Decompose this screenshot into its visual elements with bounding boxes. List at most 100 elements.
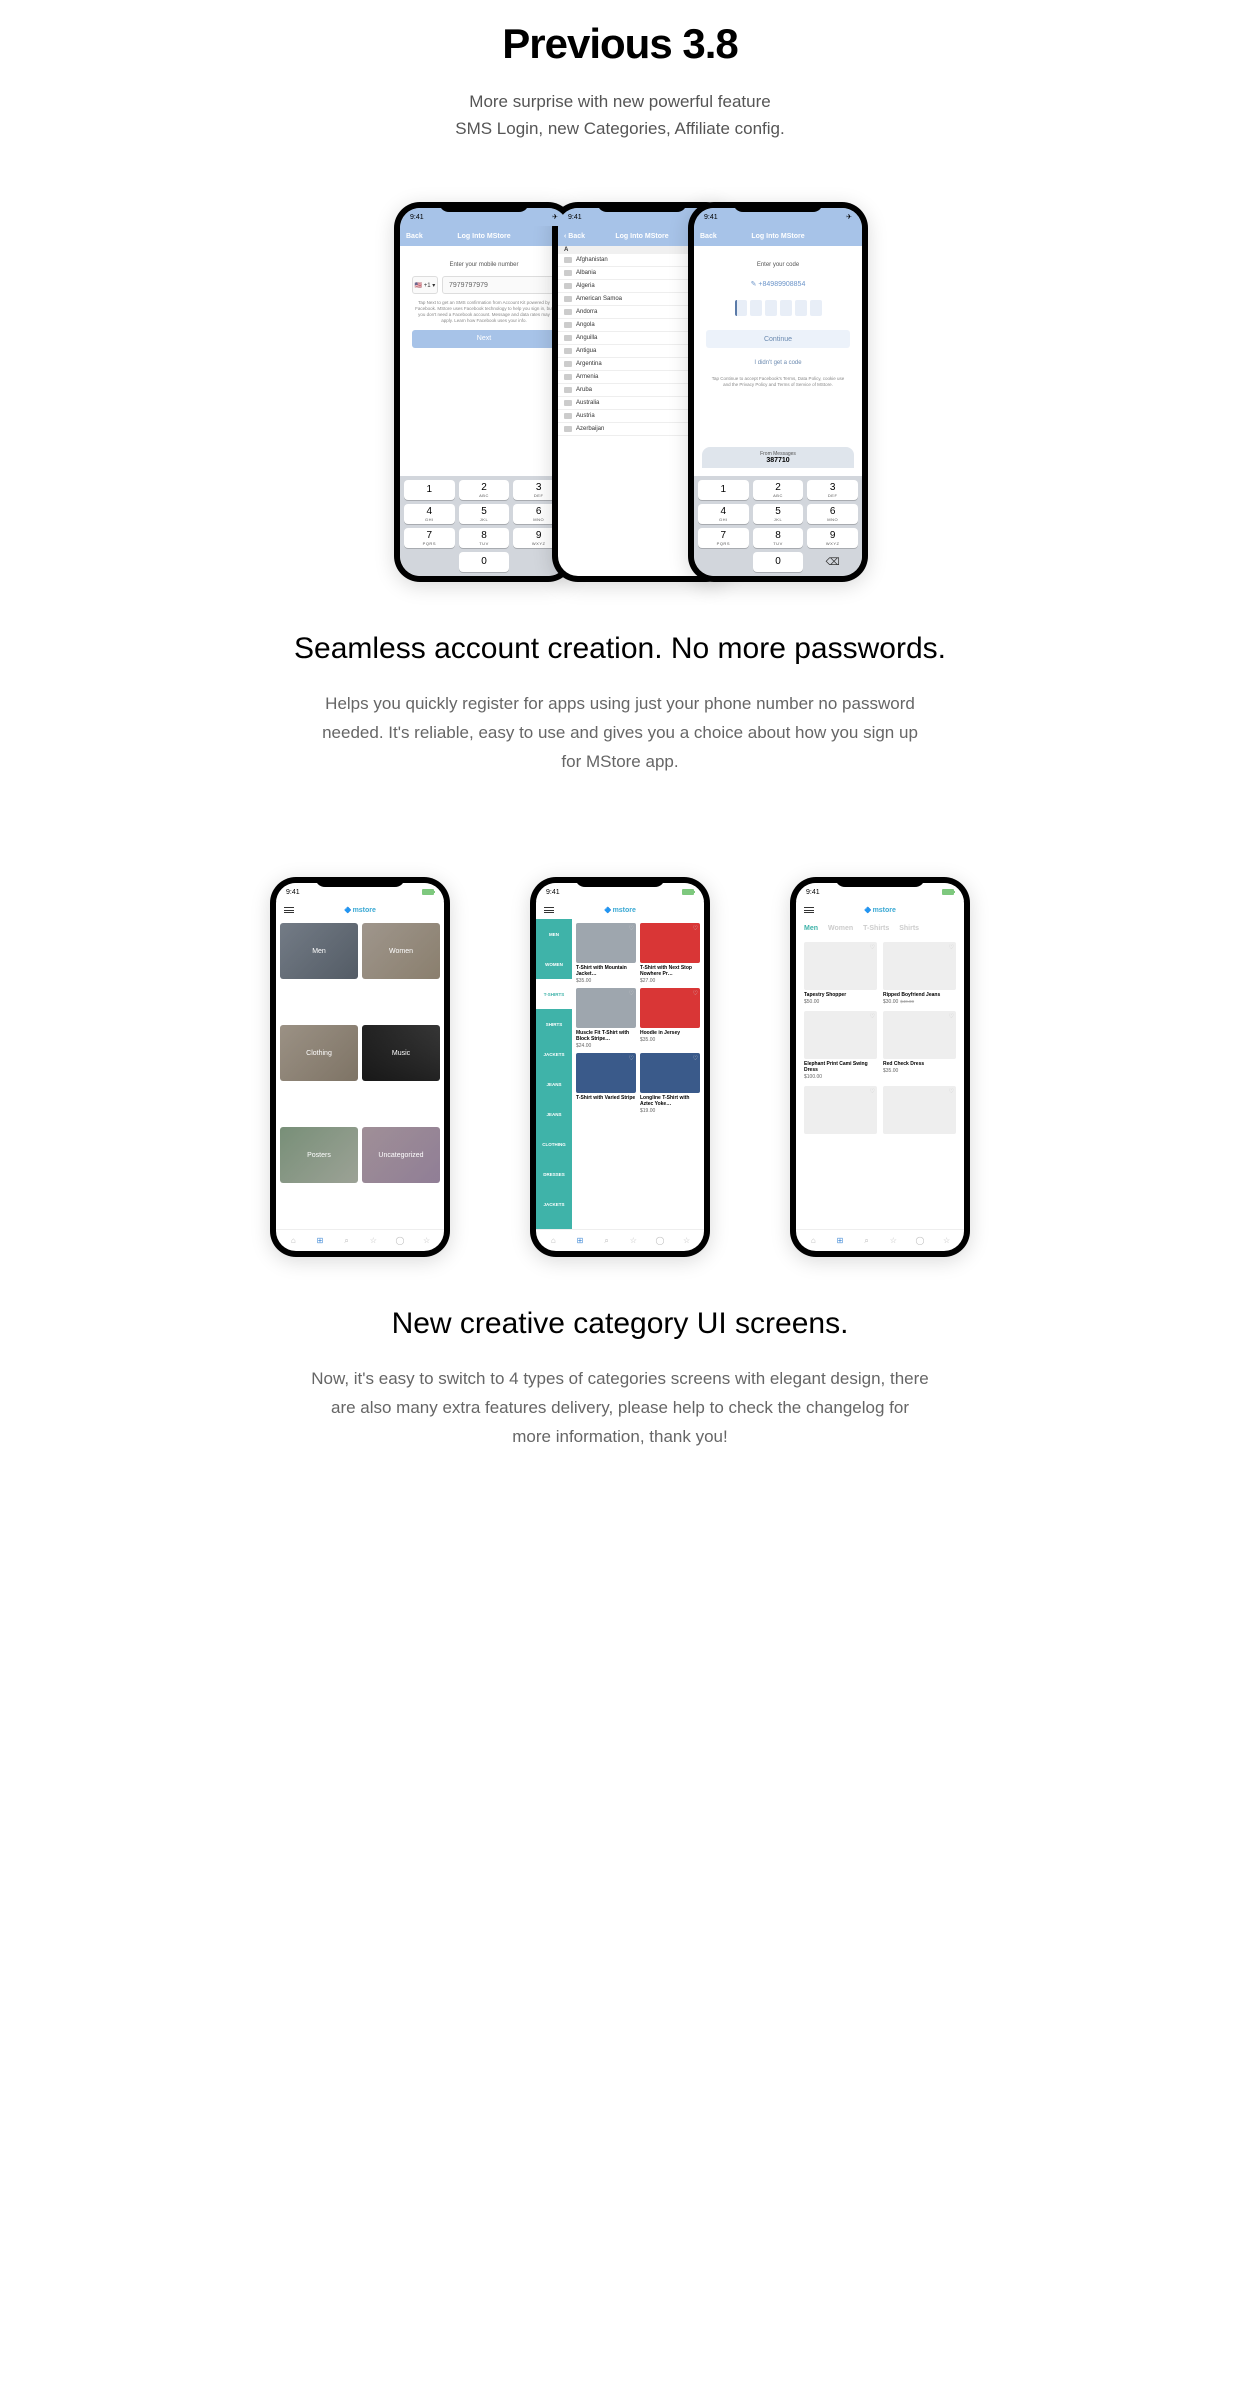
keypad-key-8[interactable]: 8TUV xyxy=(459,528,510,548)
keypad-key-9[interactable]: 9WXYZ xyxy=(807,528,858,548)
prompt-text: Enter your mobile number xyxy=(408,262,560,268)
next-button[interactable]: Next xyxy=(412,330,556,348)
product-grid: Tapestry Shopper$50.00Ripped Boyfriend J… xyxy=(796,938,964,1229)
product-card[interactable] xyxy=(883,1086,956,1137)
sidebar-tab[interactable]: WOMEN xyxy=(536,949,572,979)
tab-icon[interactable]: ◯ xyxy=(915,1236,925,1246)
product-card[interactable]: Muscle Fit T-Shirt with Block Stripe…$24… xyxy=(576,988,636,1049)
nav-title: Log Into MStore xyxy=(751,233,804,240)
product-card[interactable] xyxy=(804,1086,877,1137)
sidebar-tab[interactable]: DRESSES xyxy=(536,1159,572,1189)
product-card[interactable]: T-Shirt with Next Stop Nowhere Pr…$27.00 xyxy=(640,923,700,984)
tab-icon[interactable]: ⊞ xyxy=(315,1236,325,1246)
seamless-section: Seamless account creation. No more passw… xyxy=(0,632,1240,777)
category-tile[interactable]: Music xyxy=(362,1025,440,1081)
keypad-delete[interactable]: ⌫ xyxy=(807,552,858,572)
nav-bar: Back Log Into MStore xyxy=(694,226,862,246)
keypad-key-4[interactable]: 4GHI xyxy=(404,504,455,524)
logo: mstore xyxy=(344,907,376,914)
phone-input[interactable]: 7979797979 xyxy=(442,276,556,294)
sidebar-tab[interactable]: CLOTHING xyxy=(536,1129,572,1159)
back-button[interactable]: Back xyxy=(700,233,717,240)
keypad-key-7[interactable]: 7PQRS xyxy=(698,528,749,548)
category-tile[interactable]: Posters xyxy=(280,1127,358,1183)
keypad-key-6[interactable]: 6MNO xyxy=(807,504,858,524)
keypad-key-2[interactable]: 2ABC xyxy=(753,480,804,500)
tab-icon[interactable]: ⊞ xyxy=(575,1236,585,1246)
product-card[interactable]: Red Check Dress$35.00 xyxy=(883,1011,956,1080)
product-card[interactable]: Longline T-Shirt with Aztec Yoke…$19.00 xyxy=(640,1053,700,1114)
back-button[interactable]: Back xyxy=(406,233,423,240)
status-time: 9:41 xyxy=(410,214,424,221)
app-bar: mstore xyxy=(536,901,704,919)
pill-tab[interactable]: Shirts xyxy=(899,925,919,932)
tab-icon[interactable]: ⌕ xyxy=(342,1236,352,1246)
category-pill-tabs: Men Women T-Shirts Shirts xyxy=(796,919,964,938)
category-tile[interactable]: Men xyxy=(280,923,358,979)
tab-icon[interactable]: ☆ xyxy=(682,1236,692,1246)
menu-icon[interactable] xyxy=(804,907,814,913)
sidebar-tab[interactable]: JACKETS xyxy=(536,1189,572,1219)
app-bar: mstore xyxy=(796,901,964,919)
pill-tab[interactable]: T-Shirts xyxy=(863,925,889,932)
product-card[interactable]: Hoodie in Jersey$35.00 xyxy=(640,988,700,1049)
tab-bar: ⌂ ⊞ ⌕ ☆ ◯ ☆ xyxy=(276,1229,444,1251)
sidebar-tab[interactable]: JEANS xyxy=(536,1099,572,1129)
section-body: Helps you quickly register for apps usin… xyxy=(310,690,930,777)
keypad-key-5[interactable]: 5JKL xyxy=(753,504,804,524)
product-card[interactable]: Ripped Boyfriend Jeans$30.00$40.00 xyxy=(883,942,956,1005)
tab-icon[interactable]: ⌂ xyxy=(808,1236,818,1246)
category-tile[interactable]: Uncategorized xyxy=(362,1127,440,1183)
continue-button[interactable]: Continue xyxy=(706,330,850,348)
product-grid: T-Shirt with Mountain Jacket…$35.00T-Shi… xyxy=(572,919,704,1229)
keypad-key-4[interactable]: 4GHI xyxy=(698,504,749,524)
no-code-link[interactable]: I didn't get a code xyxy=(702,360,854,366)
sidebar-tab[interactable]: JACKETS xyxy=(536,1039,572,1069)
tab-icon[interactable]: ☆ xyxy=(422,1236,432,1246)
menu-icon[interactable] xyxy=(284,907,294,913)
product-card[interactable]: Elephant Print Cami Swing Dress$100.00 xyxy=(804,1011,877,1080)
tab-icon[interactable]: ☆ xyxy=(942,1236,952,1246)
phone-display[interactable]: ✎ +84989908854 xyxy=(702,280,854,288)
keypad-key-0[interactable]: 0 xyxy=(753,552,804,572)
pill-tab[interactable]: Women xyxy=(828,925,853,932)
logo: mstore xyxy=(864,907,896,914)
tab-icon[interactable]: ◯ xyxy=(655,1236,665,1246)
keypad-key-2[interactable]: 2ABC xyxy=(459,480,510,500)
tab-icon[interactable]: ⌕ xyxy=(602,1236,612,1246)
product-card[interactable]: T-Shirt with Mountain Jacket…$35.00 xyxy=(576,923,636,984)
country-code-select[interactable]: 🇺🇸 +1 ▾ xyxy=(412,276,438,294)
tab-icon[interactable]: ◯ xyxy=(395,1236,405,1246)
keypad-key-7[interactable]: 7PQRS xyxy=(404,528,455,548)
sms-autofill-pill[interactable]: From Messages 387710 xyxy=(702,447,854,468)
keypad-key-1[interactable]: 1 xyxy=(404,480,455,500)
keypad-key-1[interactable]: 1 xyxy=(698,480,749,500)
keypad-key-8[interactable]: 8TUV xyxy=(753,528,804,548)
tab-icon[interactable]: ⌂ xyxy=(288,1236,298,1246)
tab-icon[interactable]: ☆ xyxy=(628,1236,638,1246)
product-card[interactable]: T-Shirt with Varied Stripe xyxy=(576,1053,636,1114)
tab-icon[interactable]: ☆ xyxy=(888,1236,898,1246)
menu-icon[interactable] xyxy=(544,907,554,913)
code-input[interactable] xyxy=(702,300,854,316)
tab-icon[interactable]: ⊞ xyxy=(835,1236,845,1246)
keypad-key-5[interactable]: 5JKL xyxy=(459,504,510,524)
sidebar-tab[interactable]: SHIRTS xyxy=(536,1009,572,1039)
product-card[interactable]: Tapestry Shopper$50.00 xyxy=(804,942,877,1005)
hero-subtitle-1: More surprise with new powerful feature xyxy=(60,88,1180,115)
category-tile[interactable]: Women xyxy=(362,923,440,979)
category-tile[interactable]: Clothing xyxy=(280,1025,358,1081)
terms-text: Tap Continue to accept Facebook's Terms,… xyxy=(702,376,854,388)
prompt-text: Enter your code xyxy=(702,262,854,268)
back-button[interactable]: ‹ Back xyxy=(564,233,585,240)
category-phones-row: 9:41 mstore MenWomenClothingMusicPosters… xyxy=(0,877,1240,1257)
keypad-key-3[interactable]: 3DEF xyxy=(807,480,858,500)
pill-tab[interactable]: Men xyxy=(804,925,818,932)
sidebar-tab[interactable]: MEN xyxy=(536,919,572,949)
tab-icon[interactable]: ⌂ xyxy=(548,1236,558,1246)
tab-icon[interactable]: ⌕ xyxy=(862,1236,872,1246)
sidebar-tab[interactable]: JEANS xyxy=(536,1069,572,1099)
keypad-key-0[interactable]: 0 xyxy=(459,552,510,572)
sidebar-tab[interactable]: T-SHIRTS xyxy=(536,979,572,1009)
tab-icon[interactable]: ☆ xyxy=(368,1236,378,1246)
